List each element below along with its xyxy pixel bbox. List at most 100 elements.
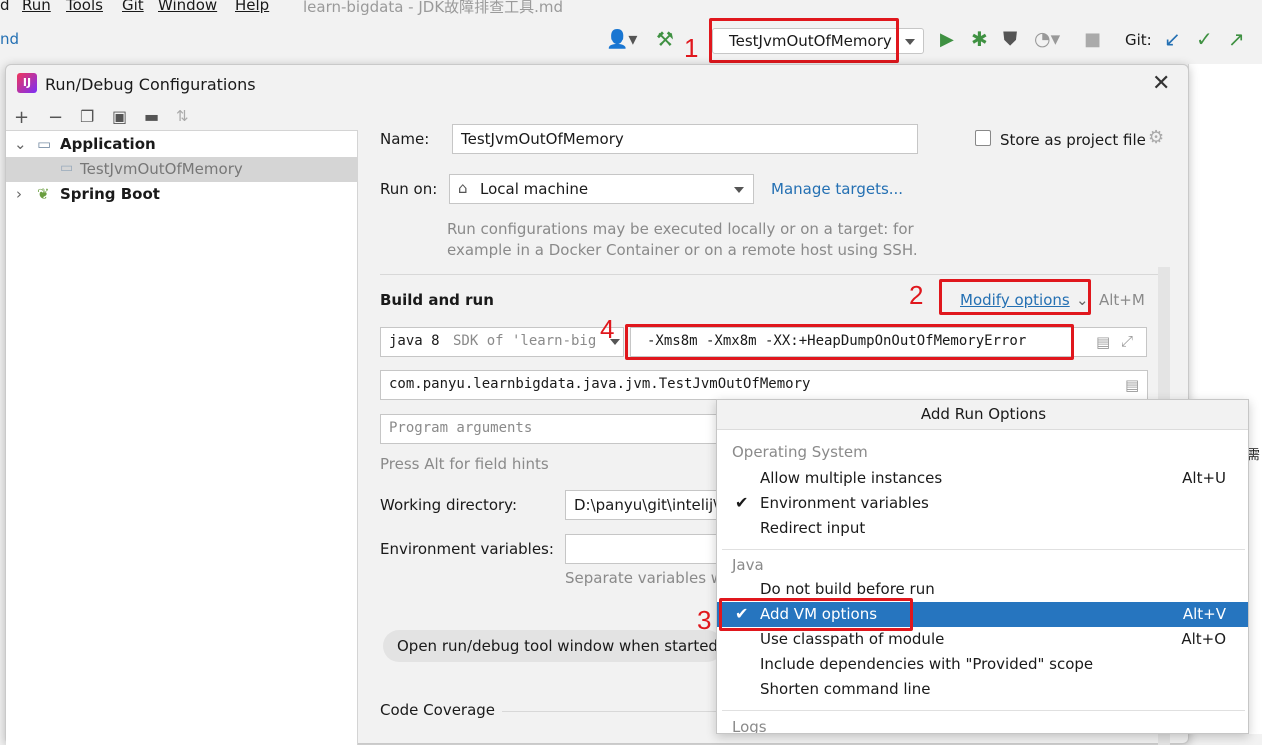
gear-icon[interactable]: ⚙ bbox=[1148, 127, 1164, 148]
window-title: learn-bigdata - JDK故障排查工具.md bbox=[303, 0, 564, 16]
code-coverage-heading: Code Coverage bbox=[380, 701, 496, 719]
folder-icon[interactable]: ▬ bbox=[144, 107, 159, 126]
save-icon[interactable]: ▣ bbox=[112, 107, 127, 126]
working-directory-input[interactable]: D:\panyu\git\intelij\ bbox=[565, 490, 725, 520]
tree-item-spring-boot[interactable]: › ❦ Spring Boot bbox=[6, 182, 358, 207]
remove-icon[interactable]: − bbox=[48, 107, 63, 128]
git-update-icon[interactable]: ↙ bbox=[1164, 29, 1181, 49]
env-variables-input[interactable] bbox=[565, 534, 725, 564]
option-environment-variables[interactable]: ✔ Environment variables bbox=[717, 491, 1248, 516]
menu-item-run[interactable]: Run bbox=[22, 0, 51, 14]
copy-icon[interactable]: ❐ bbox=[80, 107, 94, 126]
stop-icon[interactable]: ■ bbox=[1084, 31, 1101, 49]
application-icon: ▭ bbox=[37, 135, 52, 153]
menu-item-git[interactable]: Git bbox=[122, 0, 144, 14]
option-allow-multiple-instances[interactable]: Allow multiple instances Alt+U bbox=[717, 466, 1248, 491]
annotation-number-3: 3 bbox=[697, 605, 712, 635]
group-separator bbox=[722, 549, 1245, 550]
store-project-label: Store as project file bbox=[1000, 131, 1146, 149]
annotation-number-1: 1 bbox=[684, 33, 699, 63]
main-toolbar: nd 👤▾ ⚒ ▶ ✱ ⛊ ◔▾ ■ Git: ↙ ✓ ↗ bbox=[0, 16, 1262, 64]
env-variables-hint: Separate variables w bbox=[565, 569, 724, 587]
annotation-number-2: 2 bbox=[909, 280, 924, 310]
git-commit-icon[interactable]: ✓ bbox=[1196, 29, 1213, 49]
modify-options-link[interactable]: Modify options bbox=[960, 291, 1070, 309]
document-icon[interactable]: ▤ bbox=[1125, 376, 1139, 394]
annotation-number-4: 4 bbox=[600, 314, 615, 344]
field-hints-text: Press Alt for field hints bbox=[380, 455, 549, 473]
open-tool-window-chip[interactable]: Open run/debug tool window when started bbox=[383, 630, 723, 662]
menu-item-help[interactable]: Help bbox=[235, 0, 269, 14]
project-tab-fragment[interactable]: nd bbox=[0, 30, 19, 48]
dialog-title: Run/Debug Configurations bbox=[45, 75, 256, 94]
option-include-provided-deps[interactable]: Include dependencies with "Provided" sco… bbox=[717, 652, 1248, 677]
checkmark-icon: ✔ bbox=[735, 604, 749, 623]
menu-item-tools[interactable]: Tools bbox=[66, 0, 103, 14]
git-push-icon[interactable]: ↗ bbox=[1228, 29, 1245, 49]
modify-options-shortcut: Alt+M bbox=[1099, 291, 1145, 309]
close-icon[interactable]: ✕ bbox=[1152, 71, 1170, 96]
chevron-down-icon[interactable]: ⌄ bbox=[14, 135, 27, 153]
manage-targets-link[interactable]: Manage targets... bbox=[771, 180, 903, 198]
profile-icon[interactable]: ◔▾ bbox=[1034, 30, 1060, 49]
working-directory-label: Working directory: bbox=[380, 496, 518, 514]
menu-bar: d Run Tools Git Window Help learn-bigdat… bbox=[0, 0, 1262, 16]
expand-icon[interactable]: ⤢ bbox=[1121, 332, 1133, 350]
debug-icon[interactable]: ✱ bbox=[971, 29, 988, 49]
add-run-options-popup: Add Run Options Operating System Allow m… bbox=[716, 399, 1249, 734]
hammer-icon[interactable]: ⚒ bbox=[656, 29, 674, 49]
group-operating-system: Operating System bbox=[732, 443, 868, 461]
git-label: Git: bbox=[1125, 31, 1152, 49]
chevron-right-icon[interactable]: › bbox=[16, 185, 22, 203]
tree-label-application: Application bbox=[60, 135, 156, 153]
chevron-down-icon: ⌄ bbox=[1076, 291, 1089, 309]
program-arguments-input[interactable]: Program arguments bbox=[380, 414, 720, 444]
run-on-label: Run on: bbox=[380, 180, 438, 198]
tree-item-selected-config[interactable]: ▭ TestJvmOutOfMemory bbox=[6, 157, 358, 182]
group-separator bbox=[722, 710, 1245, 711]
divider bbox=[502, 711, 722, 712]
tree-label-spring-boot: Spring Boot bbox=[60, 185, 160, 203]
tree-item-application[interactable]: ⌄ ▭ Application bbox=[6, 132, 358, 157]
jre-select[interactable]: java 8 SDK of 'learn-big bbox=[380, 327, 624, 357]
intellij-logo-icon: IJ bbox=[17, 73, 37, 93]
env-variables-label: Environment variables: bbox=[380, 540, 554, 558]
group-java: Java bbox=[732, 556, 764, 574]
store-project-checkbox[interactable] bbox=[975, 130, 991, 146]
coverage-icon[interactable]: ⛊ bbox=[1003, 30, 1017, 49]
name-input[interactable]: TestJvmOutOfMemory bbox=[452, 124, 918, 154]
config-tree-panel: + − ❐ ▣ ▬ ⇅ ⌄ ▭ Application ▭ TestJvmOut… bbox=[6, 107, 358, 745]
user-icon[interactable]: 👤▾ bbox=[606, 31, 637, 49]
menu-item-window[interactable]: Window bbox=[158, 0, 217, 14]
divider bbox=[380, 274, 1170, 275]
vm-options-input[interactable]: -Xms8m -Xmx8m -XX:+HeapDumpOnOutOfMemory… bbox=[630, 327, 1147, 357]
document-icon[interactable]: ▤ bbox=[1096, 333, 1110, 351]
sort-icon[interactable]: ⇅ bbox=[176, 107, 189, 125]
run-config-selector[interactable]: TestJvmOutOfMemory bbox=[712, 28, 924, 54]
tree-label-config: TestJvmOutOfMemory bbox=[80, 160, 243, 178]
checkmark-icon: ✔ bbox=[735, 493, 749, 512]
option-use-classpath-of-module[interactable]: Use classpath of module Alt+O bbox=[717, 627, 1248, 652]
run-on-hint-line-2: example in a Docker Container or on a re… bbox=[447, 241, 918, 259]
tree-toolbar: + − ❐ ▣ ▬ ⇅ bbox=[6, 107, 358, 131]
main-class-input[interactable]: com.panyu.learnbigdata.java.jvm.TestJvmO… bbox=[380, 370, 1148, 400]
run-icon[interactable]: ▶ bbox=[940, 31, 954, 49]
run-config-label: TestJvmOutOfMemory bbox=[729, 32, 892, 50]
chevron-down-icon bbox=[905, 39, 915, 45]
spring-leaf-icon: ❦ bbox=[37, 185, 50, 203]
run-on-select[interactable]: ⌂ Local machine bbox=[449, 174, 754, 204]
chevron-down-icon bbox=[734, 187, 744, 193]
menu-item-cut[interactable]: d bbox=[0, 0, 10, 14]
option-shorten-command-line[interactable]: Shorten command line bbox=[717, 677, 1248, 702]
option-add-vm-options[interactable]: ✔ Add VM options Alt+V bbox=[717, 602, 1248, 627]
popup-header: Add Run Options bbox=[717, 400, 1248, 430]
build-and-run-heading: Build and run bbox=[380, 291, 494, 309]
class-config-icon: ▭ bbox=[60, 160, 74, 176]
add-icon[interactable]: + bbox=[14, 107, 29, 128]
option-redirect-input[interactable]: Redirect input bbox=[717, 516, 1248, 541]
group-logs: Logs bbox=[732, 718, 767, 734]
popup-title: Add Run Options bbox=[920, 405, 1047, 423]
run-on-hint-line-1: Run configurations may be executed local… bbox=[447, 220, 914, 238]
name-label: Name: bbox=[380, 130, 430, 148]
option-do-not-build[interactable]: Do not build before run bbox=[717, 577, 1248, 602]
